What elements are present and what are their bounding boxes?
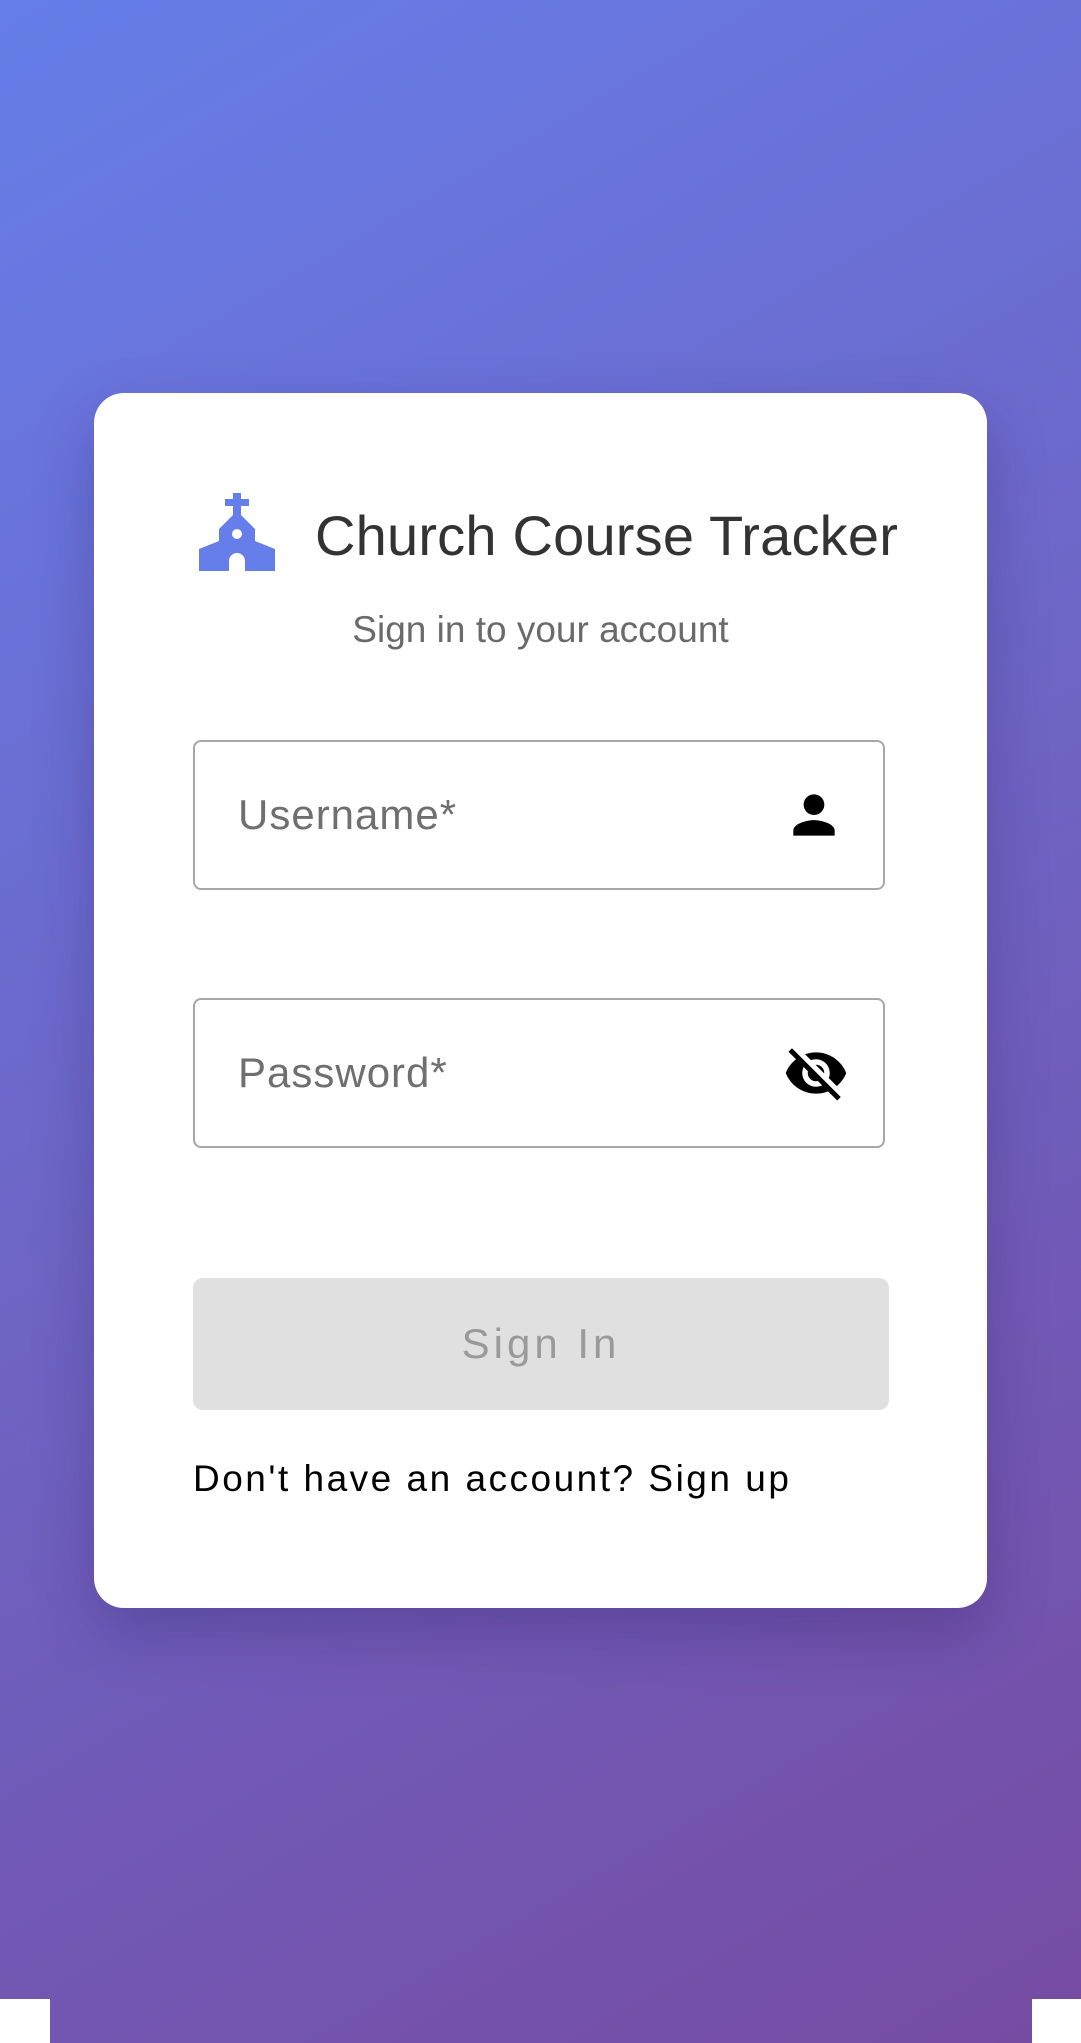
username-field[interactable] — [193, 740, 885, 890]
corner-strip-left — [0, 1999, 50, 2043]
brand-header: Church Course Tracker — [94, 493, 987, 573]
app-title: Church Course Tracker — [315, 504, 899, 567]
login-card: Church Course Tracker Sign in to your ac… — [94, 393, 987, 1608]
username-input[interactable] — [195, 742, 883, 888]
signup-prompt: Don't have an account? Sign up — [193, 1458, 791, 1500]
eye-off-icon[interactable] — [783, 1040, 849, 1106]
password-field[interactable] — [193, 998, 885, 1148]
corner-strip-right — [1032, 1999, 1081, 2043]
church-icon — [199, 493, 275, 571]
sign-up-link[interactable]: Sign up — [648, 1458, 791, 1499]
page-subtitle: Sign in to your account — [352, 609, 729, 650]
person-icon — [793, 794, 835, 836]
sign-in-button[interactable]: Sign In — [193, 1278, 889, 1410]
signup-prompt-text: Don't have an account? — [193, 1458, 636, 1499]
password-input[interactable] — [195, 1000, 883, 1146]
